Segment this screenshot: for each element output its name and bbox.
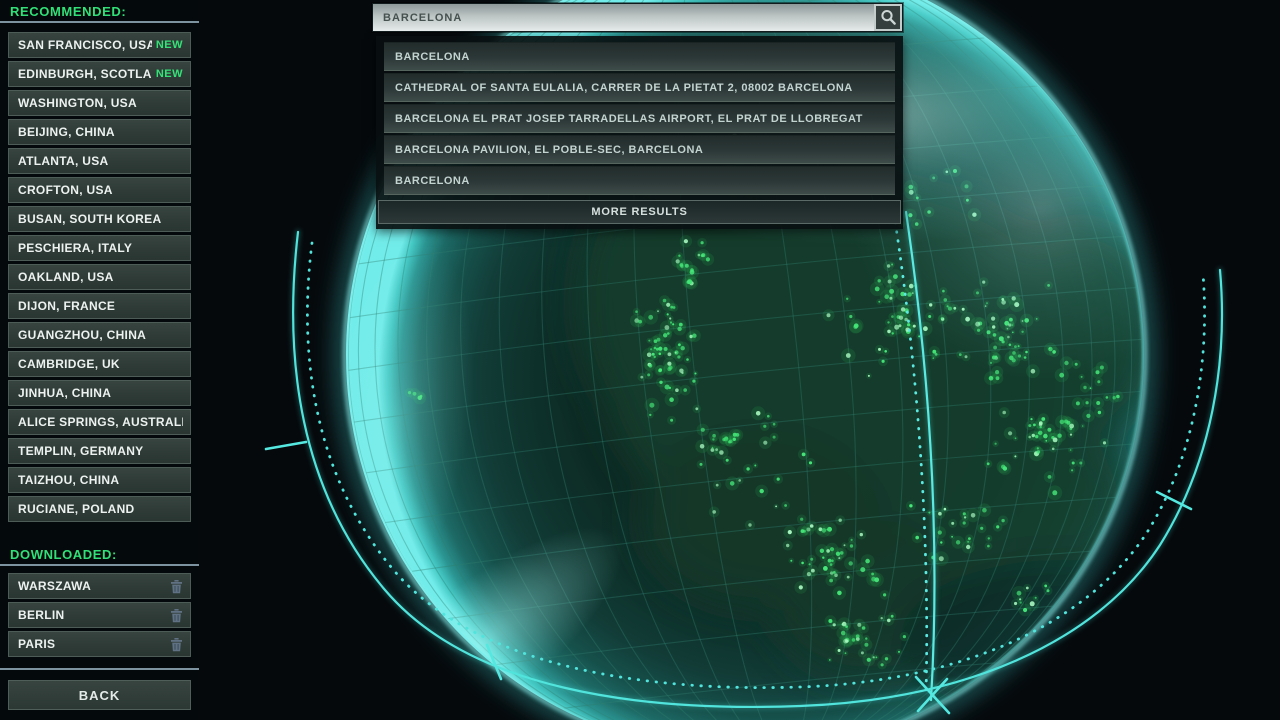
separator [0, 564, 199, 566]
downloaded-item[interactable]: PARIS [8, 631, 191, 657]
city-label: PESCHIERA, ITALY [18, 241, 183, 255]
back-button[interactable]: BACK [8, 680, 191, 710]
recommended-item[interactable]: BUSAN, SOUTH KOREA [8, 206, 191, 232]
recommended-item[interactable]: EDINBURGH, SCOTLAND NEW [8, 61, 191, 87]
city-label: CAMBRIDGE, UK [18, 357, 183, 371]
more-results-button[interactable]: MORE RESULTS [378, 200, 901, 224]
location-sidebar: RECOMMENDED: SAN FRANCISCO, USANEWEDINBU… [0, 0, 199, 720]
recommended-header: RECOMMENDED: [10, 4, 126, 19]
city-label: WARSZAWA [18, 579, 166, 593]
recommended-list: SAN FRANCISCO, USANEWEDINBURGH, SCOTLAND… [8, 32, 191, 525]
search-input[interactable] [373, 4, 871, 31]
recommended-item[interactable]: ATLANTA, USA [8, 148, 191, 174]
city-label: BERLIN [18, 608, 166, 622]
city-label: RUCIANE, POLAND [18, 502, 183, 516]
city-label: SAN FRANCISCO, USA [18, 38, 152, 52]
separator [0, 21, 199, 23]
recommended-item[interactable]: ALICE SPRINGS, AUSTRALIA [8, 409, 191, 435]
city-label: PARIS [18, 637, 166, 651]
result-item[interactable]: BARCELONA [384, 166, 895, 195]
new-badge: NEW [156, 39, 183, 51]
city-label: TAIZHOU, CHINA [18, 473, 183, 487]
recommended-item[interactable]: CAMBRIDGE, UK [8, 351, 191, 377]
city-label: OAKLAND, USA [18, 270, 183, 284]
downloaded-header: DOWNLOADED: [10, 547, 117, 562]
city-label: BUSAN, SOUTH KOREA [18, 212, 183, 226]
result-item[interactable]: BARCELONA PAVILION, EL POBLE-SEC, BARCEL… [384, 135, 895, 164]
city-label: CROFTON, USA [18, 183, 183, 197]
results-list: BARCELONACATHEDRAL OF SANTA EULALIA, CAR… [384, 42, 895, 195]
search-button[interactable] [874, 4, 902, 31]
recommended-item[interactable]: PESCHIERA, ITALY [8, 235, 191, 261]
separator [0, 668, 199, 670]
recommended-item[interactable]: TAIZHOU, CHINA [8, 467, 191, 493]
recommended-item[interactable]: CROFTON, USA [8, 177, 191, 203]
city-label: BEIJING, CHINA [18, 125, 183, 139]
recommended-item[interactable]: GUANGZHOU, CHINA [8, 322, 191, 348]
search-icon [880, 9, 897, 26]
city-label: EDINBURGH, SCOTLAND [18, 67, 152, 81]
result-item[interactable]: BARCELONA [384, 42, 895, 71]
search-results-dropdown: BARCELONACATHEDRAL OF SANTA EULALIA, CAR… [376, 36, 903, 229]
recommended-item[interactable]: SAN FRANCISCO, USA NEW [8, 32, 191, 58]
city-label: WASHINGTON, USA [18, 96, 183, 110]
downloaded-item[interactable]: BERLIN [8, 602, 191, 628]
trash-icon[interactable] [170, 579, 183, 594]
recommended-item[interactable]: WASHINGTON, USA [8, 90, 191, 116]
recommended-item[interactable]: RUCIANE, POLAND [8, 496, 191, 522]
recommended-item[interactable]: OAKLAND, USA [8, 264, 191, 290]
city-label: JINHUA, CHINA [18, 386, 183, 400]
recommended-item[interactable]: TEMPLIN, GERMANY [8, 438, 191, 464]
result-item[interactable]: BARCELONA EL PRAT JOSEP TARRADELLAS AIRP… [384, 104, 895, 133]
new-badge: NEW [156, 68, 183, 80]
downloaded-list: WARSZAWA BERLIN PARIS [8, 573, 191, 660]
result-item[interactable]: CATHEDRAL OF SANTA EULALIA, CARRER DE LA… [384, 73, 895, 102]
city-label: GUANGZHOU, CHINA [18, 328, 183, 342]
city-label: ALICE SPRINGS, AUSTRALIA [18, 415, 183, 429]
city-label: DIJON, FRANCE [18, 299, 183, 313]
recommended-item[interactable]: DIJON, FRANCE [8, 293, 191, 319]
search-bar [372, 3, 903, 32]
recommended-item[interactable]: BEIJING, CHINA [8, 119, 191, 145]
recommended-item[interactable]: JINHUA, CHINA [8, 380, 191, 406]
downloaded-item[interactable]: WARSZAWA [8, 573, 191, 599]
world-map-screen: RECOMMENDED: SAN FRANCISCO, USANEWEDINBU… [0, 0, 1280, 720]
trash-icon[interactable] [170, 608, 183, 623]
city-label: ATLANTA, USA [18, 154, 183, 168]
trash-icon[interactable] [170, 637, 183, 652]
city-label: TEMPLIN, GERMANY [18, 444, 183, 458]
